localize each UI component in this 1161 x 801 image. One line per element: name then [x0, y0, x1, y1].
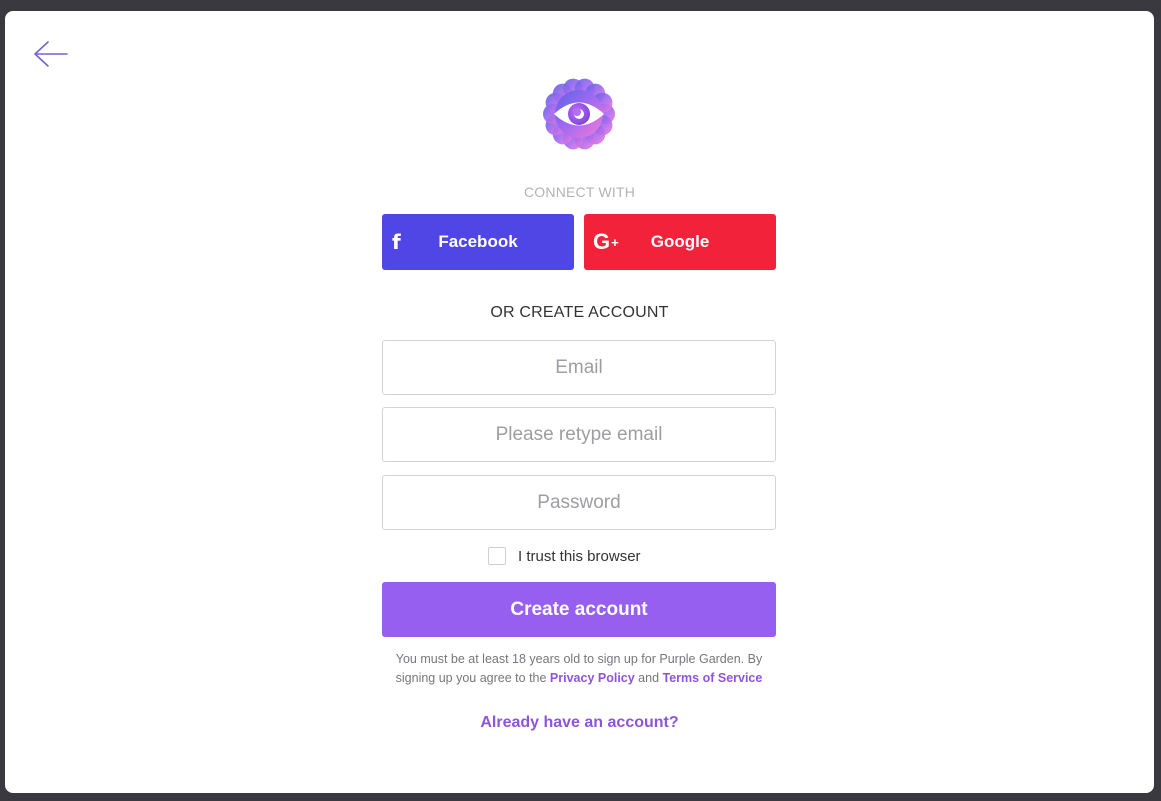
password-input[interactable]	[382, 475, 776, 530]
google-button[interactable]: G + Google	[584, 214, 776, 270]
purple-garden-logo	[542, 77, 616, 151]
trust-browser-option[interactable]: I trust this browser	[488, 545, 641, 567]
create-account-button[interactable]: Create account	[382, 582, 776, 637]
terms-of-service-link[interactable]: Terms of Service	[663, 671, 763, 685]
google-plus-icon: G +	[593, 229, 619, 254]
retype-email-input[interactable]	[382, 407, 776, 462]
trust-browser-checkbox[interactable]	[488, 547, 506, 565]
arrow-left-icon	[34, 41, 68, 67]
signup-modal: CONNECT WITH f Facebook G + Google OR CRE…	[5, 11, 1154, 793]
google-button-label: Google	[650, 232, 710, 251]
login-link[interactable]: Already have an account?	[5, 714, 1154, 732]
facebook-icon: f	[392, 230, 401, 254]
back-button[interactable]	[32, 38, 72, 70]
legal-notice: You must be at least 18 years old to sig…	[382, 650, 776, 688]
facebook-button[interactable]: f Facebook	[382, 214, 574, 270]
connect-with-label: CONNECT WITH	[523, 184, 636, 200]
facebook-button-label: Facebook	[438, 232, 518, 251]
privacy-policy-link[interactable]: Privacy Policy	[550, 671, 635, 685]
trust-browser-label: I trust this browser	[518, 547, 641, 565]
legal-and-text: and	[634, 671, 663, 685]
email-input[interactable]	[382, 340, 776, 395]
or-create-account-label: OR CREATE ACCOUNT	[490, 304, 669, 321]
